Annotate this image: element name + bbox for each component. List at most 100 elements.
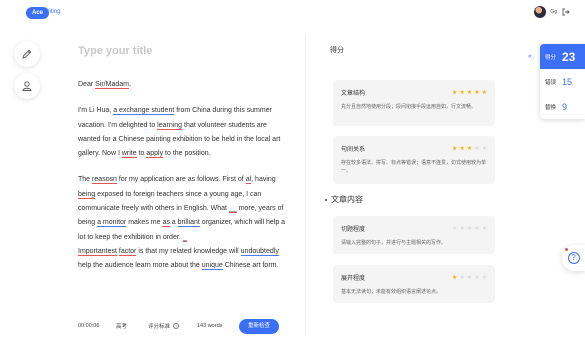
essay-title-input[interactable]: Type your title — [78, 45, 152, 57]
essay-text: Chinese art form. — [222, 262, 279, 270]
star-filled-icon: ★ — [452, 89, 458, 96]
card-name: 展开程度 — [341, 276, 366, 282]
essay-text: to the position. — [163, 150, 211, 158]
logo-text: Writing — [42, 9, 61, 15]
score-panel-title: 得分 — [330, 47, 344, 54]
error-underline[interactable]: factor — [118, 247, 137, 256]
replace-label: 替换 — [545, 104, 557, 111]
error-underline[interactable]: write — [121, 150, 137, 159]
scoring-criteria[interactable]: 评分标准 ? — [148, 322, 197, 330]
essay-text: is that my related knowledge will — [136, 247, 241, 255]
star-filled-icon: ★ — [452, 274, 458, 281]
error-underline[interactable]: being — [78, 190, 96, 199]
error-underline[interactable]: __ — [228, 205, 237, 214]
essay-text: for my application are as follows. First… — [116, 176, 246, 184]
error-underline[interactable]: reasosn — [92, 176, 117, 185]
panel-divider — [305, 36, 306, 336]
question-icon: ? — [567, 252, 580, 264]
star-empty-icon: ★ — [452, 225, 458, 232]
suggestion-underline[interactable]: undoubtedly — [240, 247, 279, 256]
user-name[interactable]: Gg — [550, 9, 557, 15]
timer: 00:00:06 — [78, 323, 100, 329]
top-bar: Ace Writing Gg — [0, 0, 585, 26]
essay-text-area[interactable]: Dear Sir/Madam, I'm Li Hua, a exchange s… — [78, 78, 288, 286]
score-card-development[interactable]: 展开程度 ★ ★ ★ ★ ★ 基本无法读句；未能有效组织语言阐述论点。 — [333, 265, 495, 303]
error-label: 错误 — [545, 79, 557, 86]
error-underline[interactable]: _ — [182, 233, 187, 242]
star-rating: ★ ★ ★ ★ ★ — [452, 146, 487, 152]
essay-text: The — [78, 176, 93, 184]
total-score-row[interactable]: 得分 23 — [540, 44, 585, 69]
card-name: 文章结构 — [341, 91, 366, 97]
essay-text: makes me — [126, 219, 163, 227]
star-rating: ★ ★ ★ ★ ★ — [452, 226, 487, 232]
star-empty-icon: ★ — [474, 145, 480, 152]
score-card-sentence-relations[interactable]: 句间关系 ★ ★ ★ ★ ★ 存在较多语法、拼写、标点等错误；语意不连贯，句式使用较为单… — [333, 136, 495, 184]
star-filled-icon: ★ — [481, 89, 487, 96]
pencil-icon — [22, 49, 32, 59]
suggestion-underline[interactable]: a exchange student — [113, 107, 175, 116]
score-summary-widget: 得分 23 错误 15 替换 9 — [540, 44, 585, 119]
error-underline[interactable]: as — [162, 219, 170, 228]
edit-tool-button[interactable] — [14, 41, 40, 67]
star-filled-icon: ★ — [459, 145, 465, 152]
content-section-title: 文章内容 — [325, 194, 363, 205]
card-name: 切题程度 — [341, 227, 366, 233]
bullet-dot — [325, 198, 327, 201]
score-card-relevance[interactable]: 切题程度 ★ ★ ★ ★ ★ 请输入完整的句子，并进行与主题相关的写作。 — [333, 216, 495, 254]
star-empty-icon: ★ — [474, 225, 480, 232]
star-empty-icon: ★ — [474, 274, 480, 281]
star-filled-icon: ★ — [459, 89, 465, 96]
card-description: 基本无法读句；未能有效组织语言阐述论点。 — [341, 289, 442, 295]
star-empty-icon: ★ — [466, 225, 473, 232]
replace-value: 9 — [562, 101, 568, 112]
star-filled-icon: ★ — [474, 89, 480, 96]
error-underline[interactable]: apply — [146, 150, 164, 159]
star-filled-icon: ★ — [466, 145, 473, 152]
profile-tool-button[interactable] — [14, 73, 40, 99]
star-empty-icon: ★ — [481, 225, 487, 232]
essay-text: , having — [251, 176, 276, 184]
editor-footer: 00:00:06 高考 评分标准 ? 143 words 重新检查 — [78, 318, 288, 334]
star-empty-icon: ★ — [481, 274, 487, 281]
essay-greeting: Dear Sir/Madam, — [78, 81, 131, 89]
card-name: 句间关系 — [341, 147, 366, 153]
essay-text: I'm Li Hua, — [78, 107, 114, 115]
essay-paragraph-2: The reasosn for my application are as fo… — [78, 173, 288, 273]
star-empty-icon: ★ — [481, 145, 487, 152]
suggestion-underline[interactable]: brilliant — [177, 219, 200, 228]
suggestion-underline[interactable]: unique — [201, 262, 223, 271]
star-empty-icon: ★ — [459, 274, 465, 281]
notification-dot — [565, 248, 568, 251]
criteria-label: 评分标准 — [148, 324, 171, 330]
help-icon[interactable]: ? — [173, 323, 180, 329]
error-underline[interactable]: Importantest — [78, 247, 117, 256]
recheck-button[interactable]: 重新检查 — [239, 318, 280, 334]
user-area: Gg — [534, 6, 571, 18]
star-filled-icon: ★ — [452, 145, 458, 152]
error-count-row[interactable]: 错误 15 — [540, 69, 585, 94]
card-description: 充分且自然地使用分段；段间衔接手段运用自如，行文流畅。 — [341, 104, 477, 110]
star-empty-icon: ★ — [459, 225, 465, 232]
score-label: 得分 — [545, 54, 557, 61]
logout-icon[interactable] — [561, 7, 571, 17]
star-filled-icon: ★ — [466, 89, 473, 96]
user-icon — [22, 81, 32, 91]
error-underline[interactable]: learning — [157, 121, 183, 130]
score-value: 23 — [562, 49, 576, 64]
section-label: 文章内容 — [331, 195, 363, 204]
suggestion-underline[interactable]: a monitor — [97, 219, 127, 228]
error-underline[interactable]: Sir/Madam — [95, 81, 129, 89]
error-value: 15 — [562, 76, 573, 87]
score-card-structure[interactable]: 文章结构 ★ ★ ★ ★ ★ 充分且自然地使用分段；段间衔接手段运用自如，行文流畅。 — [333, 80, 495, 126]
star-rating: ★ ★ ★ ★ ★ — [452, 275, 487, 281]
word-count: 143 words — [197, 323, 223, 329]
avatar[interactable] — [534, 6, 547, 18]
exam-type[interactable]: 高考 — [116, 322, 148, 330]
replace-count-row[interactable]: 替换 9 — [540, 94, 585, 119]
star-empty-icon: ★ — [466, 274, 473, 281]
essay-text: to — [136, 150, 147, 158]
essay-text: a — [169, 219, 178, 227]
essay-paragraph-1: I'm Li Hua, a exchange student from Chin… — [78, 104, 288, 161]
collapse-panel-icon[interactable]: « — [528, 53, 532, 60]
